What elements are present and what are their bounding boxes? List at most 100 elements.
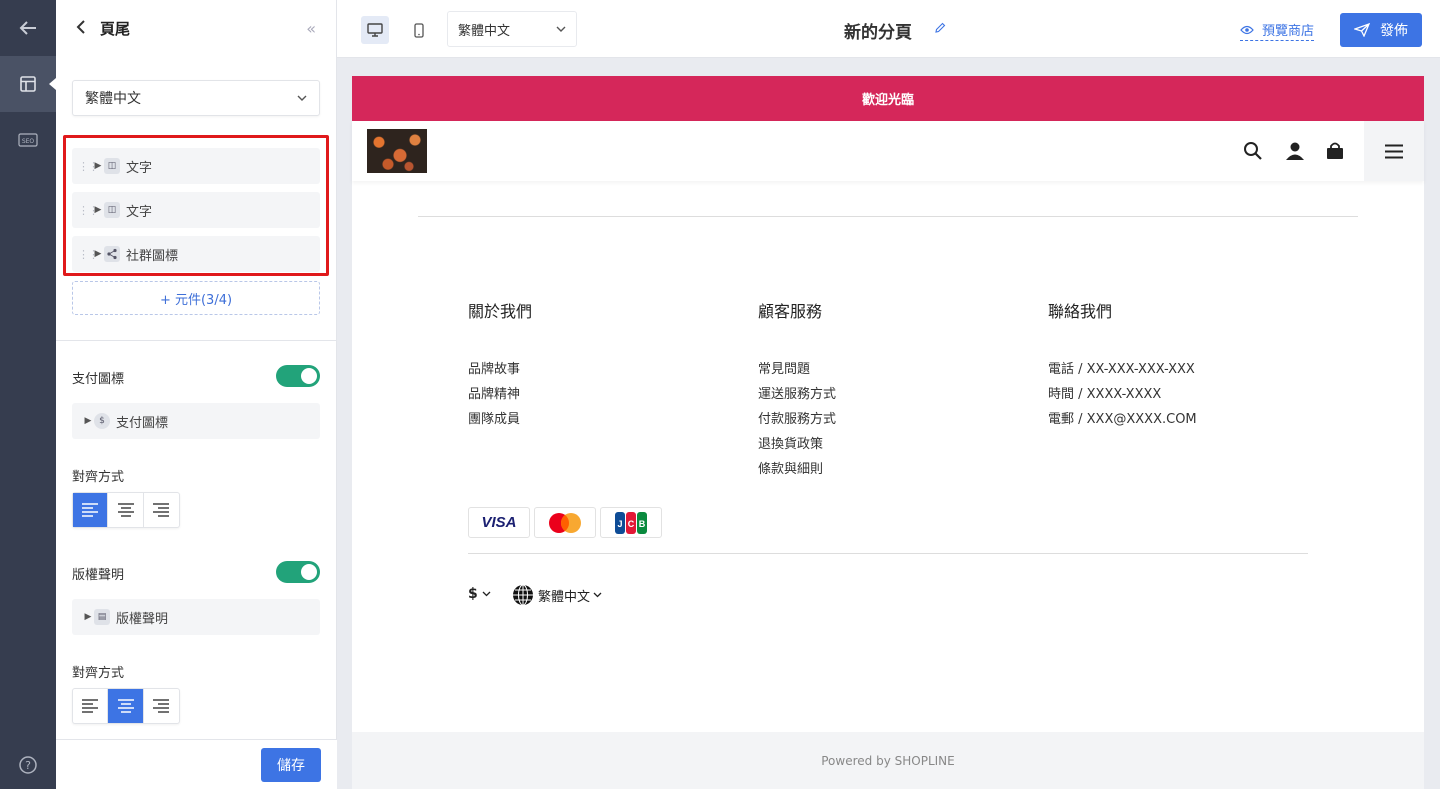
- block-item-social-icons[interactable]: ⋮⋮ ▶ 社群圖標: [72, 236, 320, 272]
- block-item-text-1[interactable]: ⋮⋮ ▶ ◫ 文字: [72, 148, 320, 184]
- mastercard-icon: [534, 507, 596, 538]
- footer-link[interactable]: 運送服務方式: [758, 382, 836, 407]
- drag-handle-icon[interactable]: ⋮⋮: [78, 160, 99, 173]
- footer-link[interactable]: 條款與細則: [758, 457, 836, 482]
- payment-align-group: [72, 492, 180, 528]
- save-button[interactable]: 儲存: [261, 748, 321, 782]
- copyright-block-icon: ▤: [94, 609, 110, 625]
- panel-language-value: 繁體中文: [85, 91, 141, 107]
- drag-handle-icon[interactable]: ⋮⋮: [78, 204, 99, 217]
- chevron-down-icon: [593, 592, 602, 598]
- publish-button[interactable]: 發佈: [1340, 13, 1422, 47]
- mobile-view-button[interactable]: [405, 16, 433, 44]
- align-center-button[interactable]: [108, 689, 144, 723]
- announcement-bar: 歡迎光臨: [352, 76, 1424, 121]
- align-center-button[interactable]: [108, 493, 144, 527]
- globe-icon: [513, 584, 533, 606]
- topbar-language-select[interactable]: 繁體中文: [447, 11, 577, 47]
- hamburger-menu-button[interactable]: [1364, 121, 1424, 181]
- help-icon[interactable]: ?: [0, 755, 56, 775]
- align-left-icon: [82, 503, 99, 517]
- block-item-text-2[interactable]: ⋮⋮ ▶ ◫ 文字: [72, 192, 320, 228]
- chevron-left-icon[interactable]: [76, 19, 100, 38]
- footer-bottom-divider: [468, 553, 1308, 554]
- svg-text:?: ?: [25, 759, 31, 772]
- chevron-down-icon: [482, 591, 491, 597]
- dollar-icon: $: [94, 413, 110, 429]
- store-header: [352, 121, 1424, 181]
- hamburger-icon: [1385, 144, 1403, 158]
- user-icon[interactable]: [1285, 141, 1305, 165]
- back-arrow-icon[interactable]: [0, 0, 56, 56]
- block-label: 文字: [126, 204, 153, 220]
- copyright-align-label: 對齊方式: [72, 666, 125, 681]
- layout-icon[interactable]: [0, 56, 56, 112]
- panel-header: 頁尾 «: [56, 0, 336, 56]
- desktop-view-button[interactable]: [361, 16, 389, 44]
- chevron-down-icon: [297, 95, 307, 101]
- footer-link[interactable]: 團隊成員: [468, 407, 532, 432]
- save-bar: 儲存: [56, 739, 337, 789]
- store-logo[interactable]: [367, 129, 427, 173]
- mobile-icon: [414, 22, 424, 38]
- add-block-button[interactable]: + 元件(3/4): [72, 281, 320, 315]
- footer-link[interactable]: 退換貨政策: [758, 432, 836, 457]
- contact-info: 電郵 / XXX@XXXX.COM: [1048, 412, 1197, 427]
- seo-icon[interactable]: SEO: [0, 112, 56, 168]
- drag-handle-icon[interactable]: ⋮⋮: [78, 248, 99, 261]
- preview-store-link[interactable]: 預覽商店: [1240, 20, 1315, 41]
- share-icon: [104, 246, 120, 262]
- align-right-icon: [153, 503, 170, 517]
- align-left-button[interactable]: [73, 493, 109, 527]
- align-left-button[interactable]: [73, 689, 109, 723]
- search-icon[interactable]: [1243, 141, 1263, 165]
- expand-caret-icon[interactable]: ▶: [92, 249, 104, 259]
- expand-caret-icon[interactable]: ▶: [92, 161, 104, 171]
- contact-info: 電話 / XX-XXX-XXX-XXX: [1048, 362, 1195, 377]
- divider: [56, 340, 337, 341]
- expand-caret-icon[interactable]: ▶: [82, 416, 94, 426]
- expand-caret-icon[interactable]: ▶: [82, 612, 94, 622]
- svg-text:B: B: [639, 519, 646, 529]
- column-title: 關於我們: [468, 302, 533, 321]
- footer-link[interactable]: 付款服務方式: [758, 407, 836, 432]
- footer-link[interactable]: 品牌故事: [468, 357, 532, 382]
- align-right-button[interactable]: [144, 493, 179, 527]
- footer-column-about: 關於我們 品牌故事 品牌精神 團隊成員: [468, 298, 532, 432]
- footer-language-value: 繁體中文: [538, 589, 591, 605]
- copyright-item-label: 版權聲明: [116, 611, 169, 627]
- eye-icon: [1240, 25, 1254, 34]
- visa-icon: VISA: [468, 507, 530, 538]
- powered-by-bar: Powered by SHOPLINE: [352, 732, 1424, 789]
- payment-icons-toggle[interactable]: [276, 365, 320, 387]
- payment-icons-item[interactable]: ▶ $ 支付圖標: [72, 403, 320, 439]
- footer-language-select[interactable]: 繁體中文: [512, 584, 602, 606]
- announcement-text: 歡迎光臨: [861, 93, 914, 108]
- block-label: 社群圖標: [126, 248, 179, 264]
- expand-caret-icon[interactable]: ▶: [92, 205, 104, 215]
- align-center-icon: [117, 503, 134, 517]
- payment-align-label: 對齊方式: [72, 470, 125, 485]
- editor-topbar: 繁體中文 新的分頁 預覽商店 發佈: [337, 0, 1440, 58]
- footer-link[interactable]: 品牌精神: [468, 382, 532, 407]
- chevron-down-icon: [556, 26, 566, 32]
- payment-icons-label: 支付圖標: [72, 372, 125, 387]
- footer-column-service: 顧客服務 常見問題 運送服務方式 付款服務方式 退換貨政策 條款與細則: [758, 298, 836, 482]
- svg-text:C: C: [628, 519, 635, 529]
- send-icon: [1354, 23, 1370, 37]
- copyright-align-group: [72, 688, 180, 724]
- align-left-icon: [82, 699, 99, 713]
- text-block-icon: ◫: [104, 202, 120, 218]
- copyright-toggle[interactable]: [276, 561, 320, 583]
- column-title: 顧客服務: [758, 302, 823, 321]
- align-right-button[interactable]: [144, 689, 179, 723]
- shopping-bag-icon[interactable]: [1325, 141, 1345, 165]
- panel-language-select[interactable]: 繁體中文: [72, 80, 320, 116]
- currency-select[interactable]: $: [468, 586, 491, 602]
- pencil-icon[interactable]: [934, 22, 946, 38]
- footer-link[interactable]: 常見問題: [758, 357, 836, 382]
- collapse-panel-icon[interactable]: «: [306, 19, 316, 38]
- jcb-icon: JCB: [600, 507, 662, 538]
- publish-label: 發佈: [1380, 23, 1408, 39]
- copyright-item[interactable]: ▶ ▤ 版權聲明: [72, 599, 320, 635]
